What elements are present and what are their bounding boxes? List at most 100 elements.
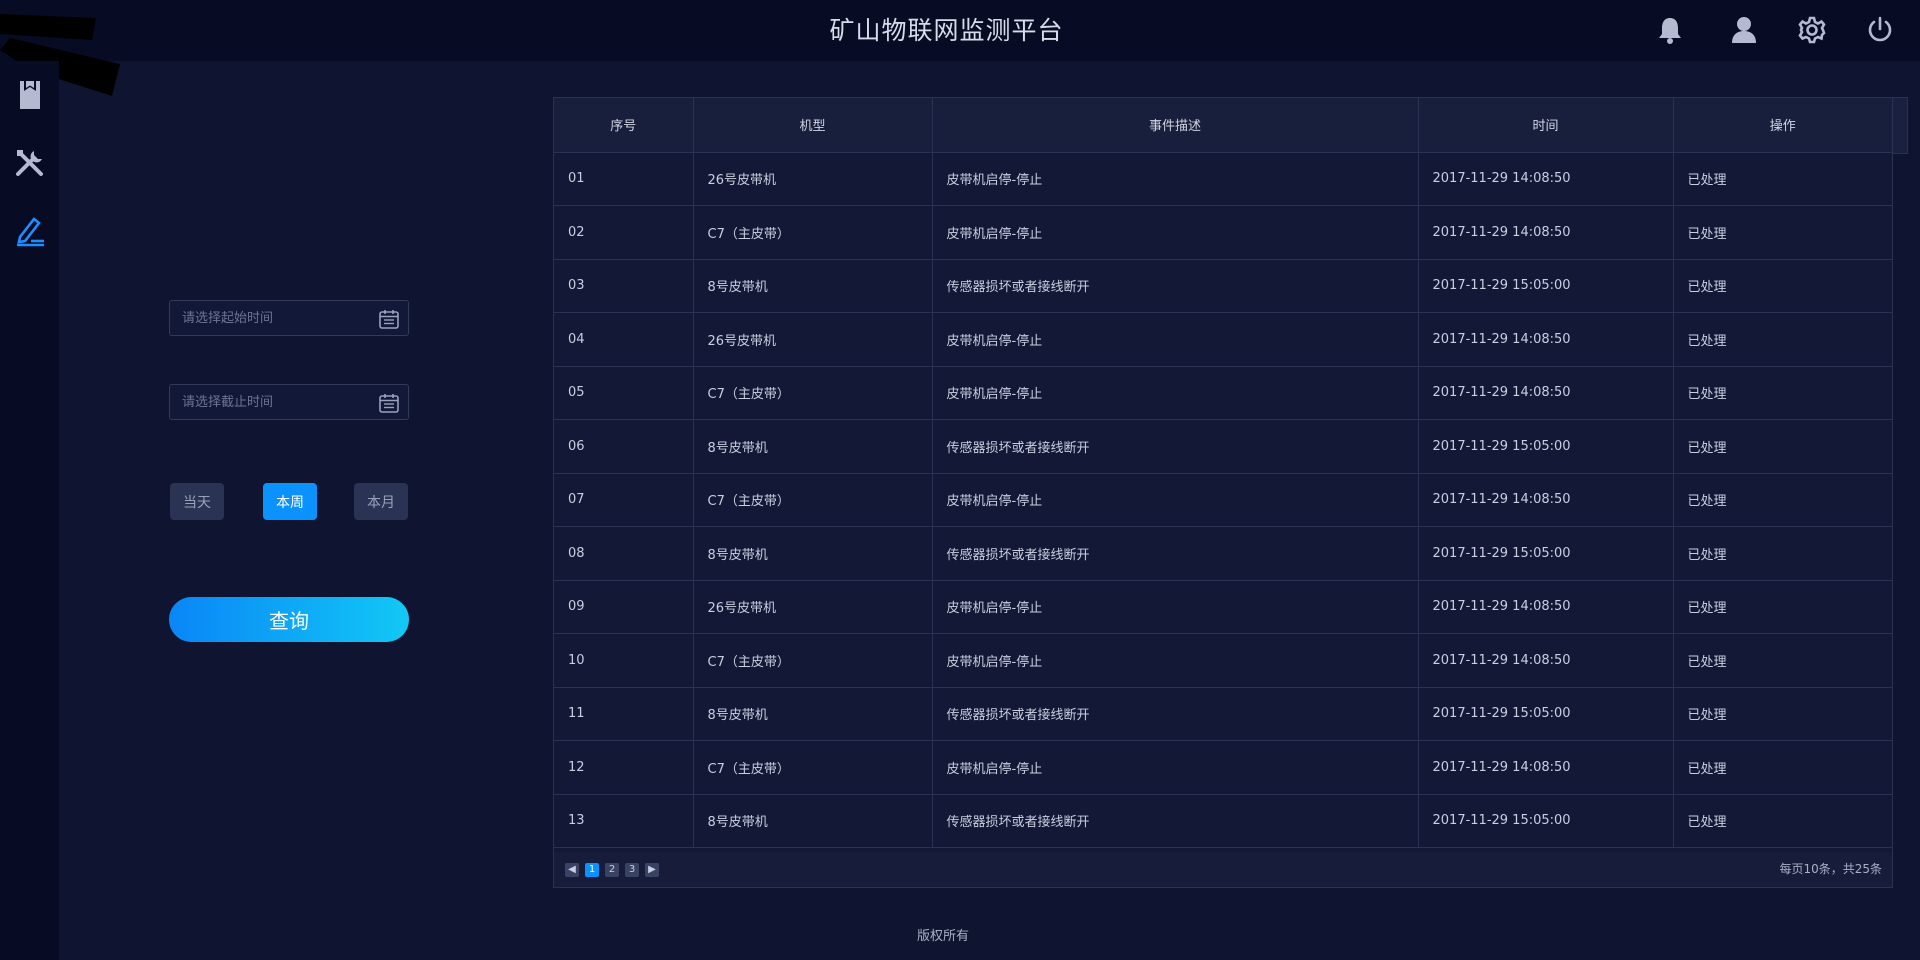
table-row[interactable]: 01 26号皮带机 皮带机启停-停止 2017-11-29 14:08:50 已处理	[554, 152, 1892, 206]
start-time-input[interactable]	[170, 301, 370, 335]
cell-index: 02	[554, 205, 694, 260]
calendar-icon[interactable]	[378, 392, 400, 414]
cell-index: 11	[554, 687, 694, 741]
edit-icon[interactable]	[12, 213, 48, 249]
cell-description: 传感器损坏或者接线断开	[932, 419, 1419, 474]
top-header: 矿山物联网监测平台	[0, 0, 1920, 96]
cell-description: 皮带机启停-停止	[932, 205, 1419, 260]
cell-description: 皮带机启停-停止	[932, 152, 1419, 206]
page-3[interactable]: 3	[625, 863, 639, 877]
cell-index: 09	[554, 580, 694, 634]
table-row[interactable]: 05 C7（主皮带） 皮带机启停-停止 2017-11-29 14:08:50 已处理	[554, 366, 1892, 420]
cell-model: 8号皮带机	[693, 259, 933, 313]
cell-time: 2017-11-29 15:05:00	[1418, 419, 1674, 474]
sidebar	[0, 61, 59, 960]
cell-action: 已处理	[1673, 633, 1892, 688]
table-row[interactable]: 11 8号皮带机 传感器损坏或者接线断开 2017-11-29 15:05:00 已处理	[554, 687, 1892, 741]
cell-description: 传感器损坏或者接线断开	[932, 526, 1419, 581]
cell-description: 皮带机启停-停止	[932, 740, 1419, 795]
cell-action: 已处理	[1673, 152, 1892, 206]
cell-description: 传感器损坏或者接线断开	[932, 687, 1419, 741]
cell-action: 已处理	[1673, 473, 1892, 527]
tools-icon[interactable]	[12, 145, 48, 181]
cell-description: 传感器损坏或者接线断开	[932, 794, 1419, 848]
pagination-info: 每页10条，共25条	[1779, 862, 1882, 876]
table-row[interactable]: 10 C7（主皮带） 皮带机启停-停止 2017-11-29 14:08:50 已处理	[554, 633, 1892, 688]
cell-time: 2017-11-29 14:08:50	[1418, 740, 1674, 795]
cell-action: 已处理	[1673, 526, 1892, 581]
cell-model: C7（主皮带）	[693, 366, 933, 420]
column-header-action[interactable]: 操作	[1673, 98, 1892, 153]
cell-action: 已处理	[1673, 259, 1892, 313]
event-table: 序号 机型 事件描述 时间 操作 01 26号皮带机 皮带机启停-停止 2017-11…	[553, 97, 1893, 888]
cell-model: 26号皮带机	[693, 580, 933, 634]
query-button[interactable]: 查询	[169, 597, 409, 642]
cell-action: 已处理	[1673, 687, 1892, 741]
cell-time: 2017-11-29 15:05:00	[1418, 794, 1674, 848]
next-page-icon[interactable]: ▶	[645, 863, 659, 877]
cell-model: C7（主皮带）	[693, 633, 933, 688]
table-row[interactable]: 07 C7（主皮带） 皮带机启停-停止 2017-11-29 14:08:50 已处理	[554, 473, 1892, 527]
cell-index: 13	[554, 794, 694, 848]
this-month-button[interactable]: 本月	[354, 483, 408, 520]
cell-time: 2017-11-29 14:08:50	[1418, 366, 1674, 420]
table-header-row: 序号 机型 事件描述 时间 操作	[554, 98, 1892, 153]
end-time-input[interactable]	[170, 385, 370, 419]
user-icon[interactable]	[1728, 14, 1760, 46]
cell-model: C7（主皮带）	[693, 473, 933, 527]
table-row[interactable]: 08 8号皮带机 传感器损坏或者接线断开 2017-11-29 15:05:00 已处理	[554, 526, 1892, 581]
document-icon[interactable]	[12, 77, 48, 113]
cell-time: 2017-11-29 15:05:00	[1418, 687, 1674, 741]
today-button[interactable]: 当天	[170, 483, 224, 520]
cell-action: 已处理	[1673, 740, 1892, 795]
table-row[interactable]: 13 8号皮带机 传感器损坏或者接线断开 2017-11-29 15:05:00 已处理	[554, 794, 1892, 848]
cell-time: 2017-11-29 14:08:50	[1418, 580, 1674, 634]
cell-description: 传感器损坏或者接线断开	[932, 259, 1419, 313]
cell-description: 皮带机启停-停止	[932, 312, 1419, 367]
cell-model: 26号皮带机	[693, 312, 933, 367]
cell-action: 已处理	[1673, 419, 1892, 474]
cell-action: 已处理	[1673, 580, 1892, 634]
cell-time: 2017-11-29 14:08:50	[1418, 633, 1674, 688]
gear-icon[interactable]	[1796, 14, 1828, 46]
page-title: 矿山物联网监测平台	[829, 16, 1064, 45]
cell-index: 10	[554, 633, 694, 688]
cell-action: 已处理	[1673, 205, 1892, 260]
cell-time: 2017-11-29 15:05:00	[1418, 526, 1674, 581]
cell-description: 皮带机启停-停止	[932, 366, 1419, 420]
cell-index: 07	[554, 473, 694, 527]
cell-time: 2017-11-29 14:08:50	[1418, 152, 1674, 206]
cell-description: 皮带机启停-停止	[932, 473, 1419, 527]
column-header-model[interactable]: 机型	[693, 98, 933, 153]
table-body: 01 26号皮带机 皮带机启停-停止 2017-11-29 14:08:50 已处理 02…	[554, 152, 1892, 848]
prev-page-icon[interactable]: ◀	[565, 863, 579, 877]
table-row[interactable]: 03 8号皮带机 传感器损坏或者接线断开 2017-11-29 15:05:00 已处理	[554, 259, 1892, 313]
cell-index: 01	[554, 152, 694, 206]
cell-time: 2017-11-29 14:08:50	[1418, 205, 1674, 260]
copyright-footer: 版权所有	[916, 929, 969, 944]
this-week-button[interactable]: 本周	[263, 483, 317, 520]
page-1[interactable]: 1	[585, 863, 599, 877]
power-icon[interactable]	[1864, 14, 1896, 46]
table-row[interactable]: 04 26号皮带机 皮带机启停-停止 2017-11-29 14:08:50 已处理	[554, 312, 1892, 367]
cell-description: 皮带机启停-停止	[932, 633, 1419, 688]
cell-index: 12	[554, 740, 694, 795]
pagination: ◀ 1 2 3 ▶ 每页10条，共25条	[554, 852, 1892, 887]
calendar-icon[interactable]	[378, 308, 400, 330]
table-scrollbar[interactable]	[1893, 97, 1908, 154]
start-time-field[interactable]	[169, 300, 409, 336]
column-header-index[interactable]: 序号	[554, 98, 694, 153]
table-row[interactable]: 02 C7（主皮带） 皮带机启停-停止 2017-11-29 14:08:50 已处理	[554, 205, 1892, 260]
cell-description: 皮带机启停-停止	[932, 580, 1419, 634]
end-time-field[interactable]	[169, 384, 409, 420]
table-row[interactable]: 09 26号皮带机 皮带机启停-停止 2017-11-29 14:08:50 已处理	[554, 580, 1892, 634]
bell-icon[interactable]	[1654, 14, 1686, 46]
cell-model: 8号皮带机	[693, 687, 933, 741]
column-header-time[interactable]: 时间	[1418, 98, 1674, 153]
cell-model: 8号皮带机	[693, 419, 933, 474]
table-row[interactable]: 06 8号皮带机 传感器损坏或者接线断开 2017-11-29 15:05:00 已处理	[554, 419, 1892, 474]
page-2[interactable]: 2	[605, 863, 619, 877]
column-header-description[interactable]: 事件描述	[932, 98, 1419, 153]
table-row[interactable]: 12 C7（主皮带） 皮带机启停-停止 2017-11-29 14:08:50 已处理	[554, 740, 1892, 795]
cell-time: 2017-11-29 15:05:00	[1418, 259, 1674, 313]
